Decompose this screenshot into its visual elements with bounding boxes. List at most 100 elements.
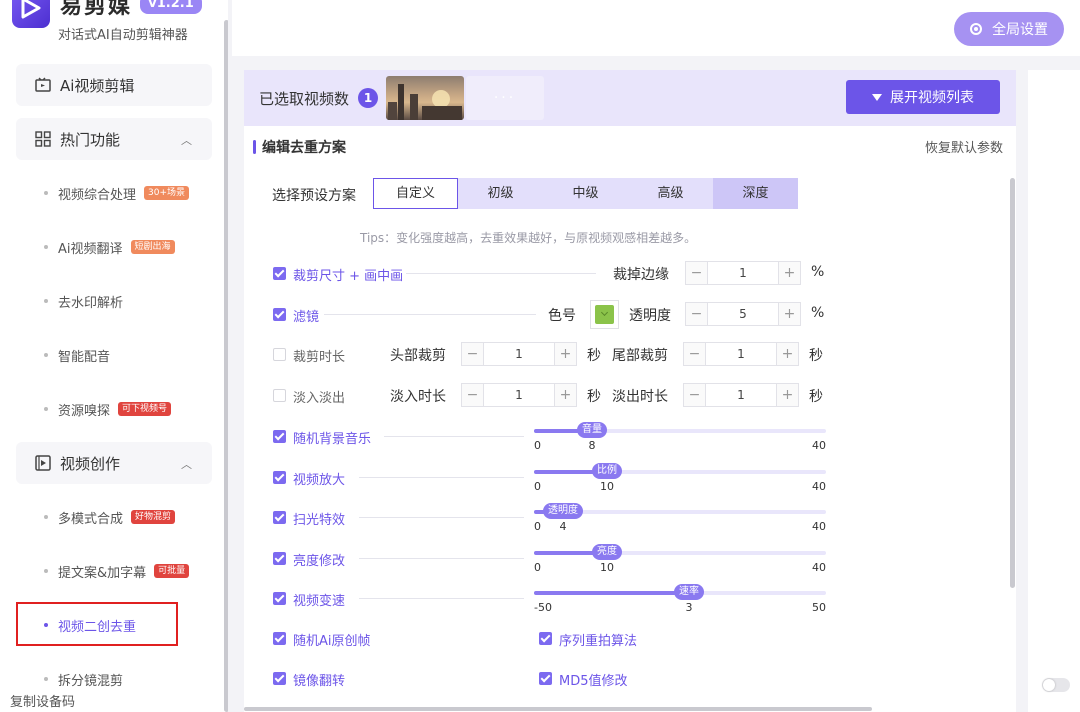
slider-handle[interactable]: 音量 xyxy=(577,422,607,438)
fade-out-stepper[interactable]: − 1 + xyxy=(683,383,799,407)
bgm-checkbox[interactable] xyxy=(273,430,286,443)
sidebar-item-label: 资源嗅探 xyxy=(58,403,111,419)
plus-button[interactable]: + xyxy=(554,343,576,365)
preset-basic[interactable]: 初级 xyxy=(458,178,543,209)
stepper-value[interactable]: 1 xyxy=(706,388,776,402)
version-badge: v1.2.1 xyxy=(140,0,202,14)
stepper-value[interactable]: 5 xyxy=(708,307,778,321)
slider-handle[interactable]: 透明度 xyxy=(543,503,583,519)
crop-checkbox[interactable] xyxy=(273,267,286,280)
speed-slider[interactable]: 速率 -50 3 50 xyxy=(534,584,826,627)
plus-button[interactable]: + xyxy=(778,262,800,284)
sweep-checkbox[interactable] xyxy=(273,511,286,524)
head-trim-stepper[interactable]: − 1 + xyxy=(461,342,577,366)
sidebar-item-label: 提文案&加字幕 xyxy=(58,565,147,581)
sidebar-item-dubbing[interactable]: 智能配音 xyxy=(44,344,110,366)
sidebar-item-split-mix[interactable]: 拆分镜混剪 xyxy=(44,668,123,690)
copy-device-code-link[interactable]: 复制设备码 xyxy=(10,691,75,710)
slider-max: 40 xyxy=(812,480,826,493)
sidebar-item-ai-translate[interactable]: Ai视频翻译 短剧出海 xyxy=(44,236,175,258)
toggle-switch[interactable] xyxy=(1042,678,1070,692)
minus-button[interactable]: − xyxy=(686,262,708,284)
filter-opacity-stepper[interactable]: − 5 + xyxy=(685,302,801,326)
brightness-slider[interactable]: 亮度 0 10 40 xyxy=(534,544,826,587)
fade-checkbox[interactable] xyxy=(273,389,286,402)
menu-ai-video-edit[interactable]: Ai视频剪辑 xyxy=(16,64,212,106)
option-label: MD5值修改 xyxy=(559,674,628,689)
preset-deep[interactable]: 深度 xyxy=(713,178,798,209)
preset-medium[interactable]: 中级 xyxy=(543,178,628,209)
selected-count-badge: 1 xyxy=(358,88,378,108)
crop-edge-stepper[interactable]: − 1 + xyxy=(685,261,801,285)
bullet-icon xyxy=(44,245,48,249)
md5-checkbox[interactable] xyxy=(539,672,552,685)
preset-advanced[interactable]: 高级 xyxy=(628,178,713,209)
ai-frame-checkbox[interactable] xyxy=(273,632,286,645)
stepper-value[interactable]: 1 xyxy=(484,388,554,402)
volume-slider[interactable]: 音量 0 8 40 xyxy=(534,422,826,465)
menu-hot-features[interactable]: 热门功能 ︿ xyxy=(16,118,212,160)
global-settings-button[interactable]: 全局设置 xyxy=(954,12,1064,46)
slider-min: 0 xyxy=(534,561,541,574)
tag-badge: 可批量 xyxy=(154,564,190,578)
mirror-checkbox[interactable] xyxy=(273,672,286,685)
slider-handle[interactable]: 比例 xyxy=(592,463,622,479)
sidebar-item-multi-mode[interactable]: 多模式合成 好物混剪 xyxy=(44,506,176,528)
scale-slider[interactable]: 比例 0 10 40 xyxy=(534,463,826,506)
minus-button[interactable]: − xyxy=(684,343,706,365)
minus-button[interactable]: − xyxy=(462,343,484,365)
sidebar-item-dedup[interactable]: 视频二创去重 xyxy=(44,614,136,636)
sidebar-item-sniff[interactable]: 资源嗅探 可下视频号 xyxy=(44,398,172,420)
field-label: 透明度 xyxy=(629,308,671,324)
minus-button[interactable]: − xyxy=(684,384,706,406)
reset-defaults-link[interactable]: 恢复默认参数 xyxy=(925,137,1003,156)
filter-checkbox[interactable] xyxy=(273,308,286,321)
video-thumbnail[interactable] xyxy=(386,76,464,120)
slider-value: 3 xyxy=(685,601,693,614)
sidebar-scrollbar[interactable] xyxy=(224,20,228,712)
brightness-checkbox[interactable] xyxy=(273,552,286,565)
sidebar-item-label: 拆分镜混剪 xyxy=(58,673,124,689)
plus-button[interactable]: + xyxy=(776,343,798,365)
option-row-extras-1: 随机Ai原创帧 序列重拍算法 xyxy=(244,624,1016,654)
plus-button[interactable]: + xyxy=(778,303,800,325)
minus-button[interactable]: − xyxy=(462,384,484,406)
plus-button[interactable]: + xyxy=(554,384,576,406)
sidebar-item-label: 视频综合处理 xyxy=(58,187,137,203)
option-label: 滤镜 xyxy=(293,310,320,325)
section-title-text: 编辑去重方案 xyxy=(262,140,346,156)
plus-button[interactable]: + xyxy=(776,384,798,406)
minus-button[interactable]: − xyxy=(686,303,708,325)
zoom-checkbox[interactable] xyxy=(273,471,286,484)
opacity-slider[interactable]: 透明度 0 4 40 xyxy=(534,503,826,546)
expand-video-list-button[interactable]: 展开视频列表 xyxy=(846,80,1000,114)
trim-checkbox[interactable] xyxy=(273,348,286,361)
tail-trim-stepper[interactable]: − 1 + xyxy=(683,342,799,366)
slider-max: 40 xyxy=(812,439,826,452)
stepper-value[interactable]: 1 xyxy=(706,347,776,361)
stepper-value[interactable]: 1 xyxy=(484,347,554,361)
speed-checkbox[interactable] xyxy=(273,592,286,605)
preset-custom[interactable]: 自定义 xyxy=(373,178,458,209)
fade-in-stepper[interactable]: − 1 + xyxy=(461,383,577,407)
resequence-checkbox[interactable] xyxy=(539,632,552,645)
panel-horizontal-scrollbar[interactable] xyxy=(244,707,872,711)
slider-handle[interactable]: 亮度 xyxy=(592,544,622,560)
more-videos-placeholder[interactable]: ··· xyxy=(466,76,544,120)
stepper-value[interactable]: 1 xyxy=(708,266,778,280)
chevron-up-icon: ︿ xyxy=(181,134,192,147)
sidebar-item-watermark[interactable]: 去水印解析 xyxy=(44,290,123,312)
slider-handle[interactable]: 速率 xyxy=(674,584,704,600)
panel-vertical-scrollbar[interactable] xyxy=(1010,178,1015,588)
menu-video-create[interactable]: 视频创作 ︿ xyxy=(16,442,212,484)
slider-max: 50 xyxy=(812,601,826,614)
option-label: 裁剪时长 xyxy=(293,350,346,365)
sidebar-item-video-process[interactable]: 视频综合处理 30+场景 xyxy=(44,182,190,204)
tag-badge: 30+场景 xyxy=(144,186,190,200)
color-swatch[interactable] xyxy=(590,300,619,329)
bullet-icon xyxy=(44,515,48,519)
sidebar-item-subtitles[interactable]: 提文案&加字幕 可批量 xyxy=(44,560,190,582)
bullet-icon xyxy=(44,407,48,411)
preset-label: 选择预设方案 xyxy=(272,188,356,204)
unit-label: 秒 xyxy=(809,389,823,405)
